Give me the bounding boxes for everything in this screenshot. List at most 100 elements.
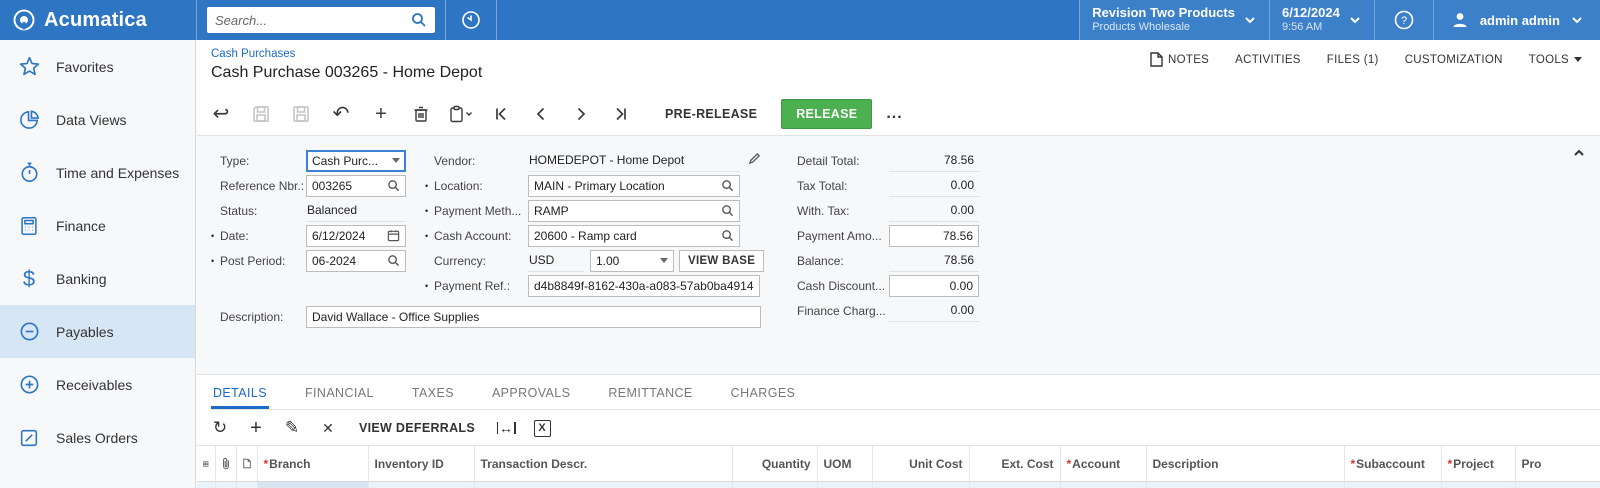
cell-ext-cost[interactable]: 78.56 [969, 482, 1060, 488]
add-new-button[interactable]: + [363, 98, 399, 130]
release-button[interactable]: RELEASE [781, 99, 872, 129]
add-row-button[interactable]: + [239, 414, 273, 442]
search-input[interactable] [215, 13, 411, 28]
cell-pro-truncated[interactable] [1515, 482, 1600, 488]
user-menu[interactable]: admin admin [1434, 0, 1600, 40]
calendar-icon[interactable] [387, 229, 400, 242]
row-settings-header[interactable] [197, 446, 215, 482]
cash-discount-input[interactable]: 0.00 [889, 275, 979, 297]
export-to-excel-button[interactable]: X [525, 414, 559, 442]
lookup-icon[interactable] [721, 179, 734, 192]
copy-paste-button[interactable] [443, 98, 479, 130]
tab-financial[interactable]: FINANCIAL [303, 386, 376, 409]
cell-transaction-descr[interactable]: David Wallace - Office Supplies [474, 482, 732, 488]
currency-rate-combobox[interactable]: 1.00 [590, 250, 674, 272]
column-header-pro-truncated[interactable]: Pro [1515, 446, 1600, 482]
lookup-icon[interactable] [721, 204, 734, 217]
lookup-icon[interactable] [721, 229, 734, 242]
payment-method-input[interactable]: RAMP [528, 200, 740, 222]
tab-remittance[interactable]: REMITTANCE [606, 386, 694, 409]
tab-taxes[interactable]: TAXES [410, 386, 456, 409]
cell-branch[interactable]: PRODWHOLE [257, 482, 368, 488]
sidebar-item-data-views[interactable]: Data Views [0, 93, 195, 146]
date-input[interactable]: 6/12/2024 [306, 225, 406, 247]
go-first-button[interactable] [483, 98, 519, 130]
sidebar-item-payables[interactable]: Payables [0, 305, 195, 358]
cell-subaccount[interactable]: IND-000 [1344, 482, 1441, 488]
description-input[interactable]: David Wallace - Office Supplies [306, 306, 761, 328]
sidebar-item-time-and-expenses[interactable]: Time and Expenses [0, 146, 195, 199]
refresh-button[interactable]: ↻ [203, 414, 237, 442]
sidebar-item-finance[interactable]: Finance [0, 199, 195, 252]
post-period-input[interactable]: 06-2024 [306, 250, 406, 272]
recently-visited-button[interactable] [446, 0, 496, 40]
view-deferrals-button[interactable]: VIEW DEFERRALS [347, 421, 487, 435]
edit-row-button[interactable]: ✎ [275, 414, 309, 442]
cell-uom[interactable]: EA [817, 482, 872, 488]
payment-ref-input[interactable]: d4b8849f-8162-430a-a083-57ab0ba4914 [528, 275, 760, 297]
view-base-button[interactable]: VIEW BASE [679, 250, 764, 272]
lookup-icon[interactable] [387, 179, 400, 192]
sidebar-item-receivables[interactable]: Receivables [0, 358, 195, 411]
notes-header[interactable] [236, 446, 257, 482]
cell-inventory-id[interactable]: SUPPLIES [368, 482, 474, 488]
breadcrumb[interactable]: Cash Purchases [211, 48, 295, 60]
cell-description[interactable]: Office Expense [1146, 482, 1344, 488]
undo-button[interactable]: ↶ [323, 98, 359, 130]
save-and-close-button[interactable] [243, 98, 279, 130]
search-icon[interactable] [411, 12, 427, 28]
collapse-panel-chevron-icon[interactable] [1572, 146, 1586, 160]
go-previous-button[interactable] [523, 98, 559, 130]
cell-quantity[interactable]: 0.00 [732, 482, 817, 488]
files-button[interactable]: FILES (1) [1327, 54, 1379, 66]
row-selector-cell[interactable]: > [197, 482, 215, 488]
column-header-account[interactable]: *Account [1060, 446, 1146, 482]
go-last-button[interactable] [603, 98, 639, 130]
business-date-selector[interactable]: 6/12/2024 9:56 AM [1270, 0, 1374, 40]
column-header-transaction-descr[interactable]: Transaction Descr. [474, 446, 732, 482]
location-input[interactable]: MAIN - Primary Location [528, 175, 740, 197]
cash-account-input[interactable]: 20600 - Ramp card [528, 225, 740, 247]
help-button[interactable]: ? [1375, 0, 1433, 40]
activities-button[interactable]: ACTIVITIES [1235, 54, 1301, 66]
save-button[interactable] [283, 98, 319, 130]
reference-nbr-input[interactable]: 003265 [306, 175, 406, 197]
column-header-subaccount[interactable]: *Subaccount [1344, 446, 1441, 482]
delete-button[interactable] [403, 98, 439, 130]
delete-row-button[interactable]: ✕ [311, 414, 345, 442]
row-attachment-cell[interactable] [215, 482, 236, 488]
cell-unit-cost[interactable]: 0.00 [872, 482, 969, 488]
attachments-header[interactable] [215, 446, 236, 482]
tenant-selector[interactable]: Revision Two Products Products Wholesale [1080, 0, 1269, 40]
type-combobox[interactable]: Cash Purc... [306, 150, 406, 172]
column-header-unit-cost[interactable]: Unit Cost [872, 446, 969, 482]
pre-release-button[interactable]: PRE-RELEASE [651, 99, 771, 129]
cell-account[interactable]: 62400- [1060, 482, 1146, 488]
fit-to-screen-button[interactable]: ↔ [489, 414, 523, 442]
go-next-button[interactable] [563, 98, 599, 130]
customization-button[interactable]: CUSTOMIZATION [1405, 54, 1503, 66]
lookup-icon[interactable] [387, 254, 400, 267]
column-header-project[interactable]: *Project [1441, 446, 1515, 482]
column-header-description[interactable]: Description [1146, 446, 1344, 482]
back-button[interactable]: ↩ [203, 98, 239, 130]
notes-button[interactable]: NOTES [1150, 52, 1209, 67]
payment-amount-input[interactable]: 78.56 [889, 225, 979, 247]
grid-data-row[interactable]: > PRODWHOLE SUPPLIES David Wallace - Off… [197, 482, 1600, 488]
sidebar-item-banking[interactable]: $ Banking [0, 252, 195, 305]
edit-vendor-pencil-icon[interactable] [748, 152, 761, 170]
tab-details[interactable]: DETAILS [211, 386, 269, 409]
more-actions-button[interactable]: ... [876, 105, 912, 123]
cell-project[interactable]: X [1441, 482, 1515, 488]
column-header-uom[interactable]: UOM [817, 446, 872, 482]
column-header-inventory-id[interactable]: Inventory ID [368, 446, 474, 482]
app-logo[interactable]: Acumatica [0, 0, 196, 40]
search-box[interactable] [207, 7, 435, 33]
tab-approvals[interactable]: APPROVALS [490, 386, 572, 409]
row-note-cell[interactable] [236, 482, 257, 488]
tab-charges[interactable]: CHARGES [729, 386, 798, 409]
column-header-branch[interactable]: *Branch [257, 446, 368, 482]
sidebar-item-favorites[interactable]: Favorites [0, 40, 195, 93]
column-header-ext-cost[interactable]: Ext. Cost [969, 446, 1060, 482]
sidebar-item-sales-orders[interactable]: Sales Orders [0, 411, 195, 464]
